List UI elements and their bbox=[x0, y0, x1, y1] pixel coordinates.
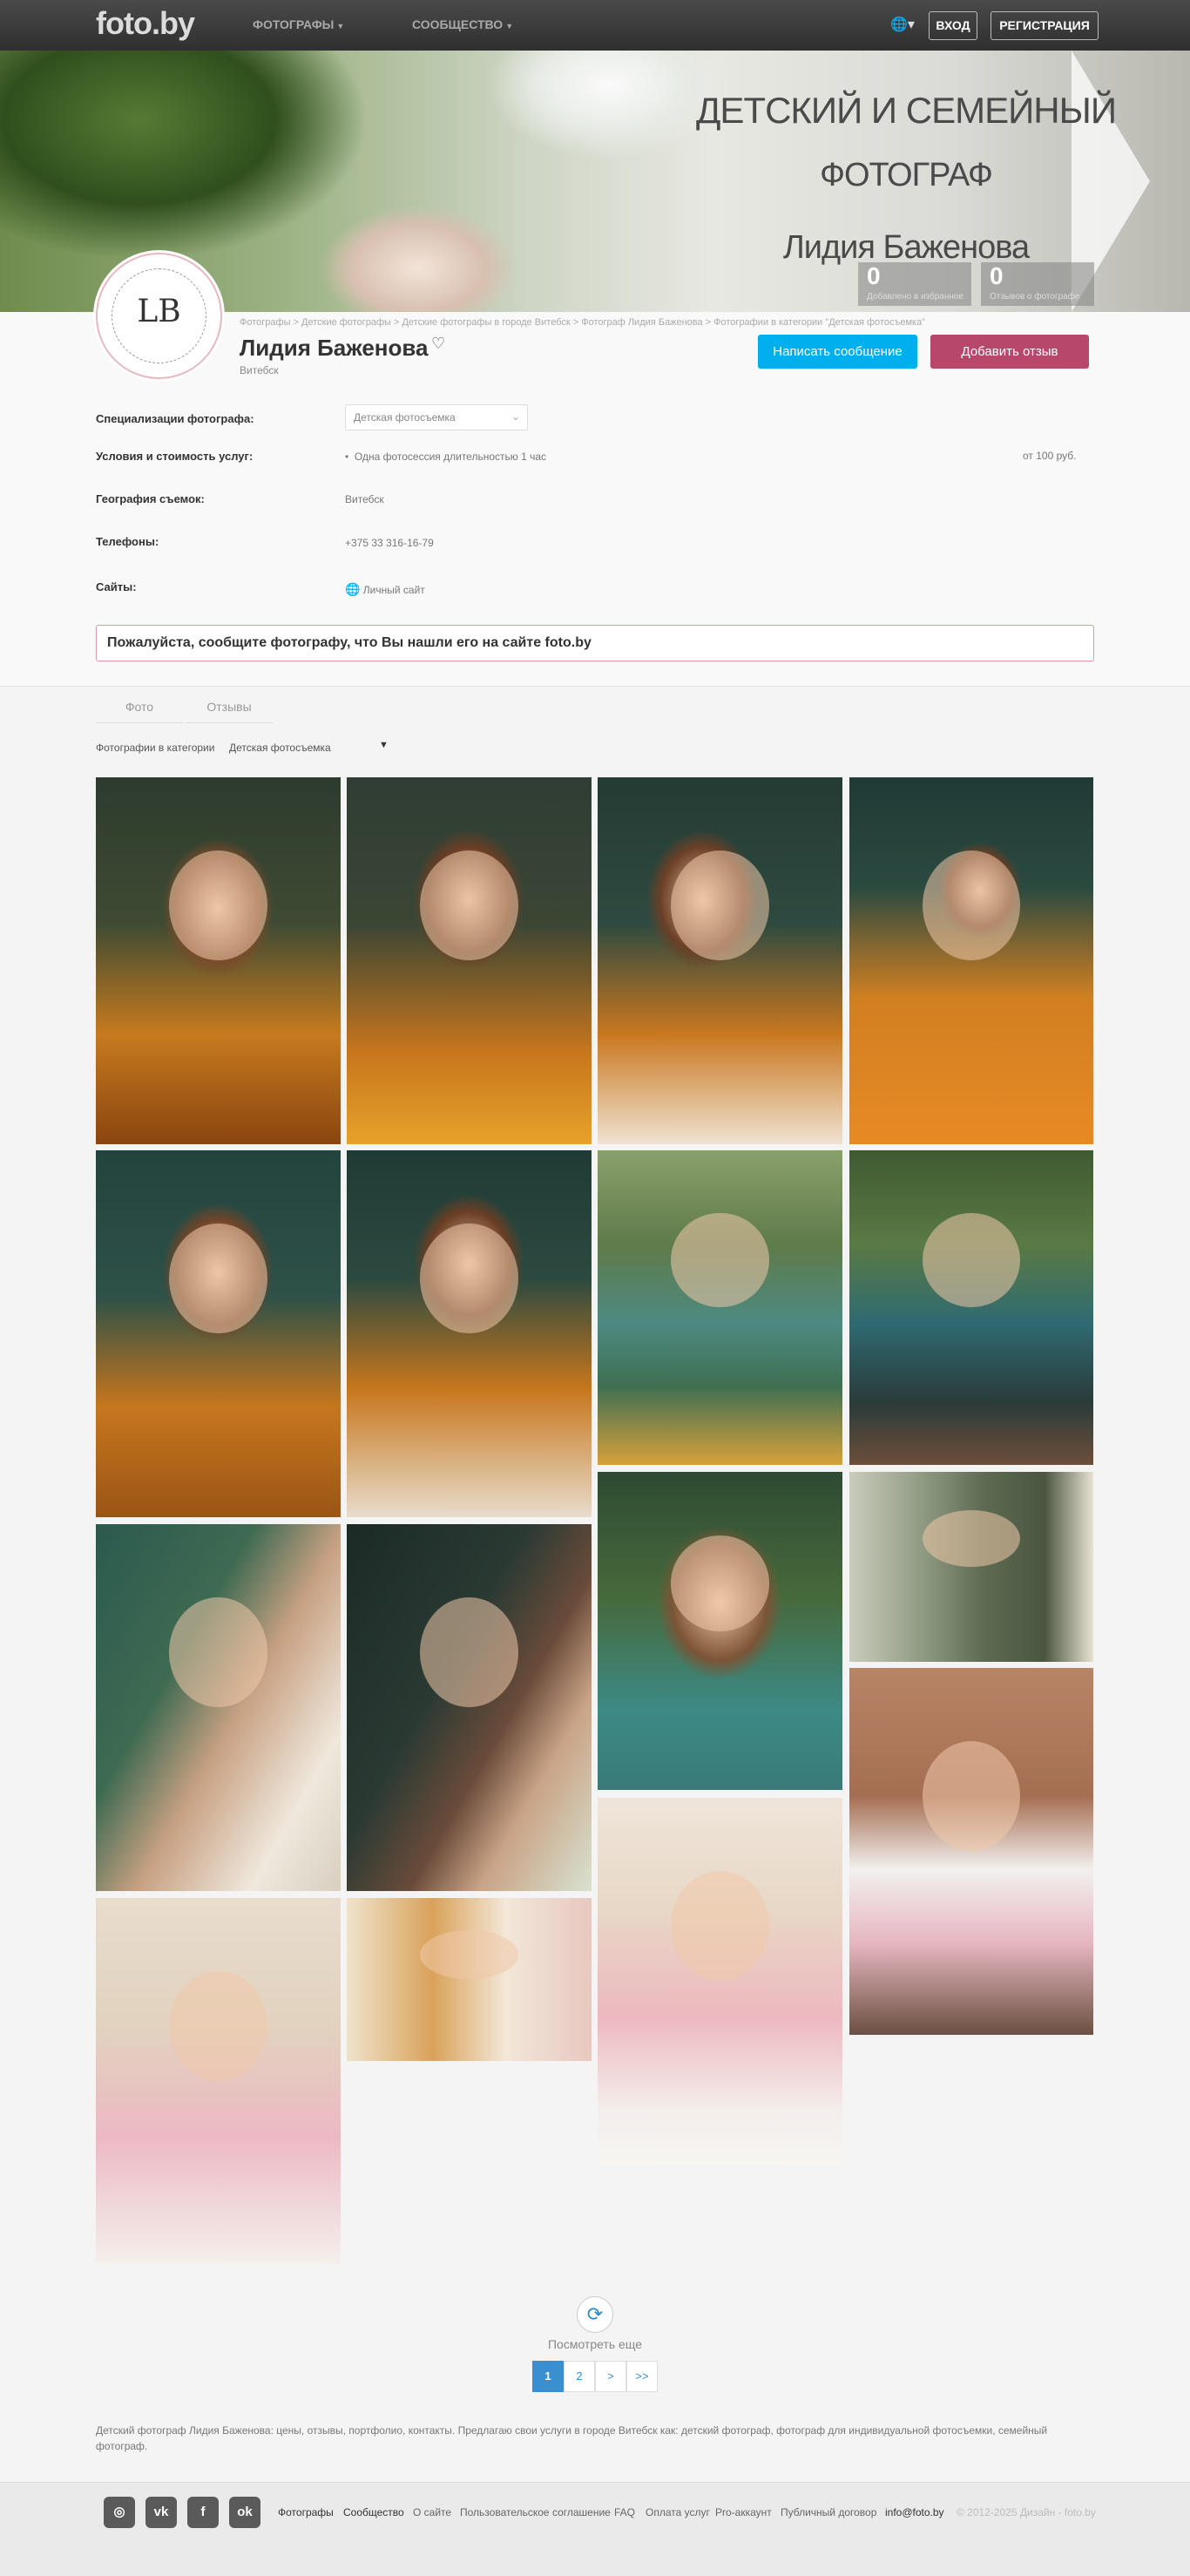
globe-language-icon[interactable]: 🌐▾ bbox=[890, 16, 915, 33]
terms-label: Условия и стоимость услуг: bbox=[96, 450, 254, 463]
phones-value[interactable]: +375 33 316-16-79 bbox=[345, 537, 434, 549]
caret-down-icon: ▼ bbox=[505, 22, 514, 31]
terms-value: Одна фотосессия длительностью 1 час bbox=[354, 451, 547, 463]
sites-link[interactable]: 🌐 Личный сайт bbox=[345, 582, 425, 597]
page-1-button[interactable]: 1 bbox=[532, 2361, 564, 2392]
bullet-icon: • bbox=[345, 451, 355, 463]
sites-value: Личный сайт bbox=[362, 584, 425, 596]
reviews-label: Отзывов о фотографе bbox=[990, 292, 1080, 302]
gallery-photo[interactable] bbox=[347, 1898, 592, 2061]
nav-community[interactable]: СООБЩЕСТВО ▼ bbox=[412, 17, 513, 31]
gallery-photo[interactable] bbox=[849, 1668, 1093, 2035]
facebook-icon[interactable]: f bbox=[187, 2497, 219, 2528]
specialization-label: Специализации фотографа: bbox=[96, 412, 254, 425]
gallery-photo[interactable] bbox=[96, 1898, 341, 2265]
footer-link-email[interactable]: info@foto.by bbox=[885, 2506, 944, 2518]
gallery-photo[interactable] bbox=[96, 777, 341, 1144]
footer-link-about[interactable]: О сайте bbox=[413, 2506, 451, 2518]
seo-description: Детский фотограф Лидия Баженова: цены, о… bbox=[96, 2424, 1048, 2452]
gallery-photo[interactable] bbox=[849, 1472, 1093, 1662]
chevron-down-icon: ⌄ bbox=[510, 410, 520, 423]
caret-down-icon: ▼ bbox=[336, 22, 345, 31]
favorites-stat: 0 Добавлено в избранное bbox=[858, 262, 971, 306]
banner-title-line1: ДЕТСКИЙ И СЕМЕЙНЫЙ bbox=[695, 90, 1117, 131]
gallery-photo[interactable] bbox=[347, 1150, 592, 1517]
vk-icon[interactable]: vk bbox=[145, 2497, 177, 2528]
reviews-stat: 0 Отзывов о фотографе bbox=[981, 262, 1094, 306]
reviews-count: 0 bbox=[990, 262, 1004, 289]
globe-icon: 🌐 bbox=[345, 582, 361, 596]
category-filter-label: Фотографии в категории bbox=[96, 742, 215, 754]
gallery-photo[interactable] bbox=[347, 777, 592, 1144]
page-next-button[interactable]: > bbox=[595, 2361, 626, 2392]
favorites-count: 0 bbox=[867, 262, 881, 289]
specialization-select[interactable]: Детская фотосъемка ⌄ bbox=[345, 404, 528, 430]
gallery-photo[interactable] bbox=[347, 1524, 592, 1891]
odnoklassniki-icon[interactable]: ok bbox=[229, 2497, 260, 2528]
sites-label: Сайты: bbox=[96, 580, 137, 593]
avatar-monogram: LB bbox=[137, 294, 181, 329]
avatar: LB bbox=[96, 253, 222, 379]
footer-link-community[interactable]: Сообщество bbox=[343, 2506, 404, 2518]
terms-item: • Одна фотосессия длительностью 1 час bbox=[345, 451, 546, 463]
gallery-photo[interactable] bbox=[598, 777, 842, 1144]
terms-price: от 100 руб. bbox=[1023, 450, 1077, 462]
page-last-button[interactable]: >> bbox=[626, 2361, 658, 2392]
photographer-name: Лидия Баженова bbox=[240, 335, 429, 361]
copyright: © 2012-2025 Дизайн - foto.by bbox=[957, 2506, 1096, 2518]
geography-value: Витебск bbox=[345, 493, 384, 505]
phones-label: Телефоны: bbox=[96, 535, 159, 548]
gallery-photo[interactable] bbox=[598, 1472, 842, 1790]
notice-banner: Пожалуйста, сообщите фотографу, что Вы н… bbox=[96, 625, 1094, 661]
footer-link-terms[interactable]: Пользовательское соглашение bbox=[460, 2506, 611, 2518]
footer-link-faq[interactable]: FAQ bbox=[614, 2506, 635, 2518]
geography-label: География съемок: bbox=[96, 492, 205, 505]
register-button[interactable]: РЕГИСТРАЦИЯ bbox=[991, 11, 1099, 40]
instagram-icon[interactable]: ◎ bbox=[104, 2497, 135, 2528]
caret-down-icon[interactable]: ▼ bbox=[379, 740, 389, 750]
site-logo[interactable]: foto.by bbox=[96, 5, 195, 42]
specialization-value: Детская фотосъемка bbox=[354, 411, 456, 424]
footer-link-photographers[interactable]: Фотографы bbox=[278, 2506, 334, 2518]
heart-favorite-icon[interactable]: ♡ bbox=[431, 335, 445, 353]
top-navbar: foto.by ФОТОГРАФЫ ▼ СООБЩЕСТВО ▼ 🌐▾ ВХОД Р… bbox=[0, 0, 1190, 51]
gallery-photo[interactable] bbox=[849, 777, 1093, 1144]
photographer-city: Витебск bbox=[240, 364, 279, 376]
load-more-label[interactable]: Посмотреть еще bbox=[523, 2337, 667, 2351]
refresh-icon[interactable]: ⟳ bbox=[577, 2296, 613, 2333]
nav-photographers-label: ФОТОГРАФЫ bbox=[253, 17, 335, 31]
add-review-button[interactable]: Добавить отзыв bbox=[930, 335, 1089, 369]
login-button[interactable]: ВХОД bbox=[929, 11, 977, 40]
footer-link-payment[interactable]: Оплата услуг bbox=[646, 2506, 710, 2518]
page-2-button[interactable]: 2 bbox=[564, 2361, 595, 2392]
gallery-photo[interactable] bbox=[598, 1150, 842, 1465]
category-filter-select[interactable]: Детская фотосъемка bbox=[229, 742, 331, 754]
footer-link-contract[interactable]: Публичный договор bbox=[781, 2506, 876, 2518]
gallery-photo[interactable] bbox=[849, 1150, 1093, 1465]
send-message-button[interactable]: Написать сообщение bbox=[758, 335, 917, 369]
tab-reviews[interactable]: Отзывы bbox=[186, 692, 273, 723]
footer bbox=[0, 2482, 1190, 2576]
gallery-photo[interactable] bbox=[598, 1798, 842, 2165]
nav-photographers[interactable]: ФОТОГРАФЫ ▼ bbox=[253, 17, 344, 31]
gallery-photo[interactable] bbox=[96, 1150, 341, 1517]
favorites-label: Добавлено в избранное bbox=[867, 292, 964, 302]
banner-title-line2: ФОТОГРАФ bbox=[820, 157, 993, 193]
breadcrumb[interactable]: Фотографы > Детские фотографы > Детские … bbox=[240, 317, 925, 328]
banner-title-line3: Лидия Баженова bbox=[782, 229, 1030, 266]
footer-link-pro[interactable]: Pro-аккаунт bbox=[715, 2506, 772, 2518]
nav-community-label: СООБЩЕСТВО bbox=[412, 17, 504, 31]
gallery-photo[interactable] bbox=[96, 1524, 341, 1891]
tab-photo[interactable]: Фото bbox=[96, 692, 183, 723]
